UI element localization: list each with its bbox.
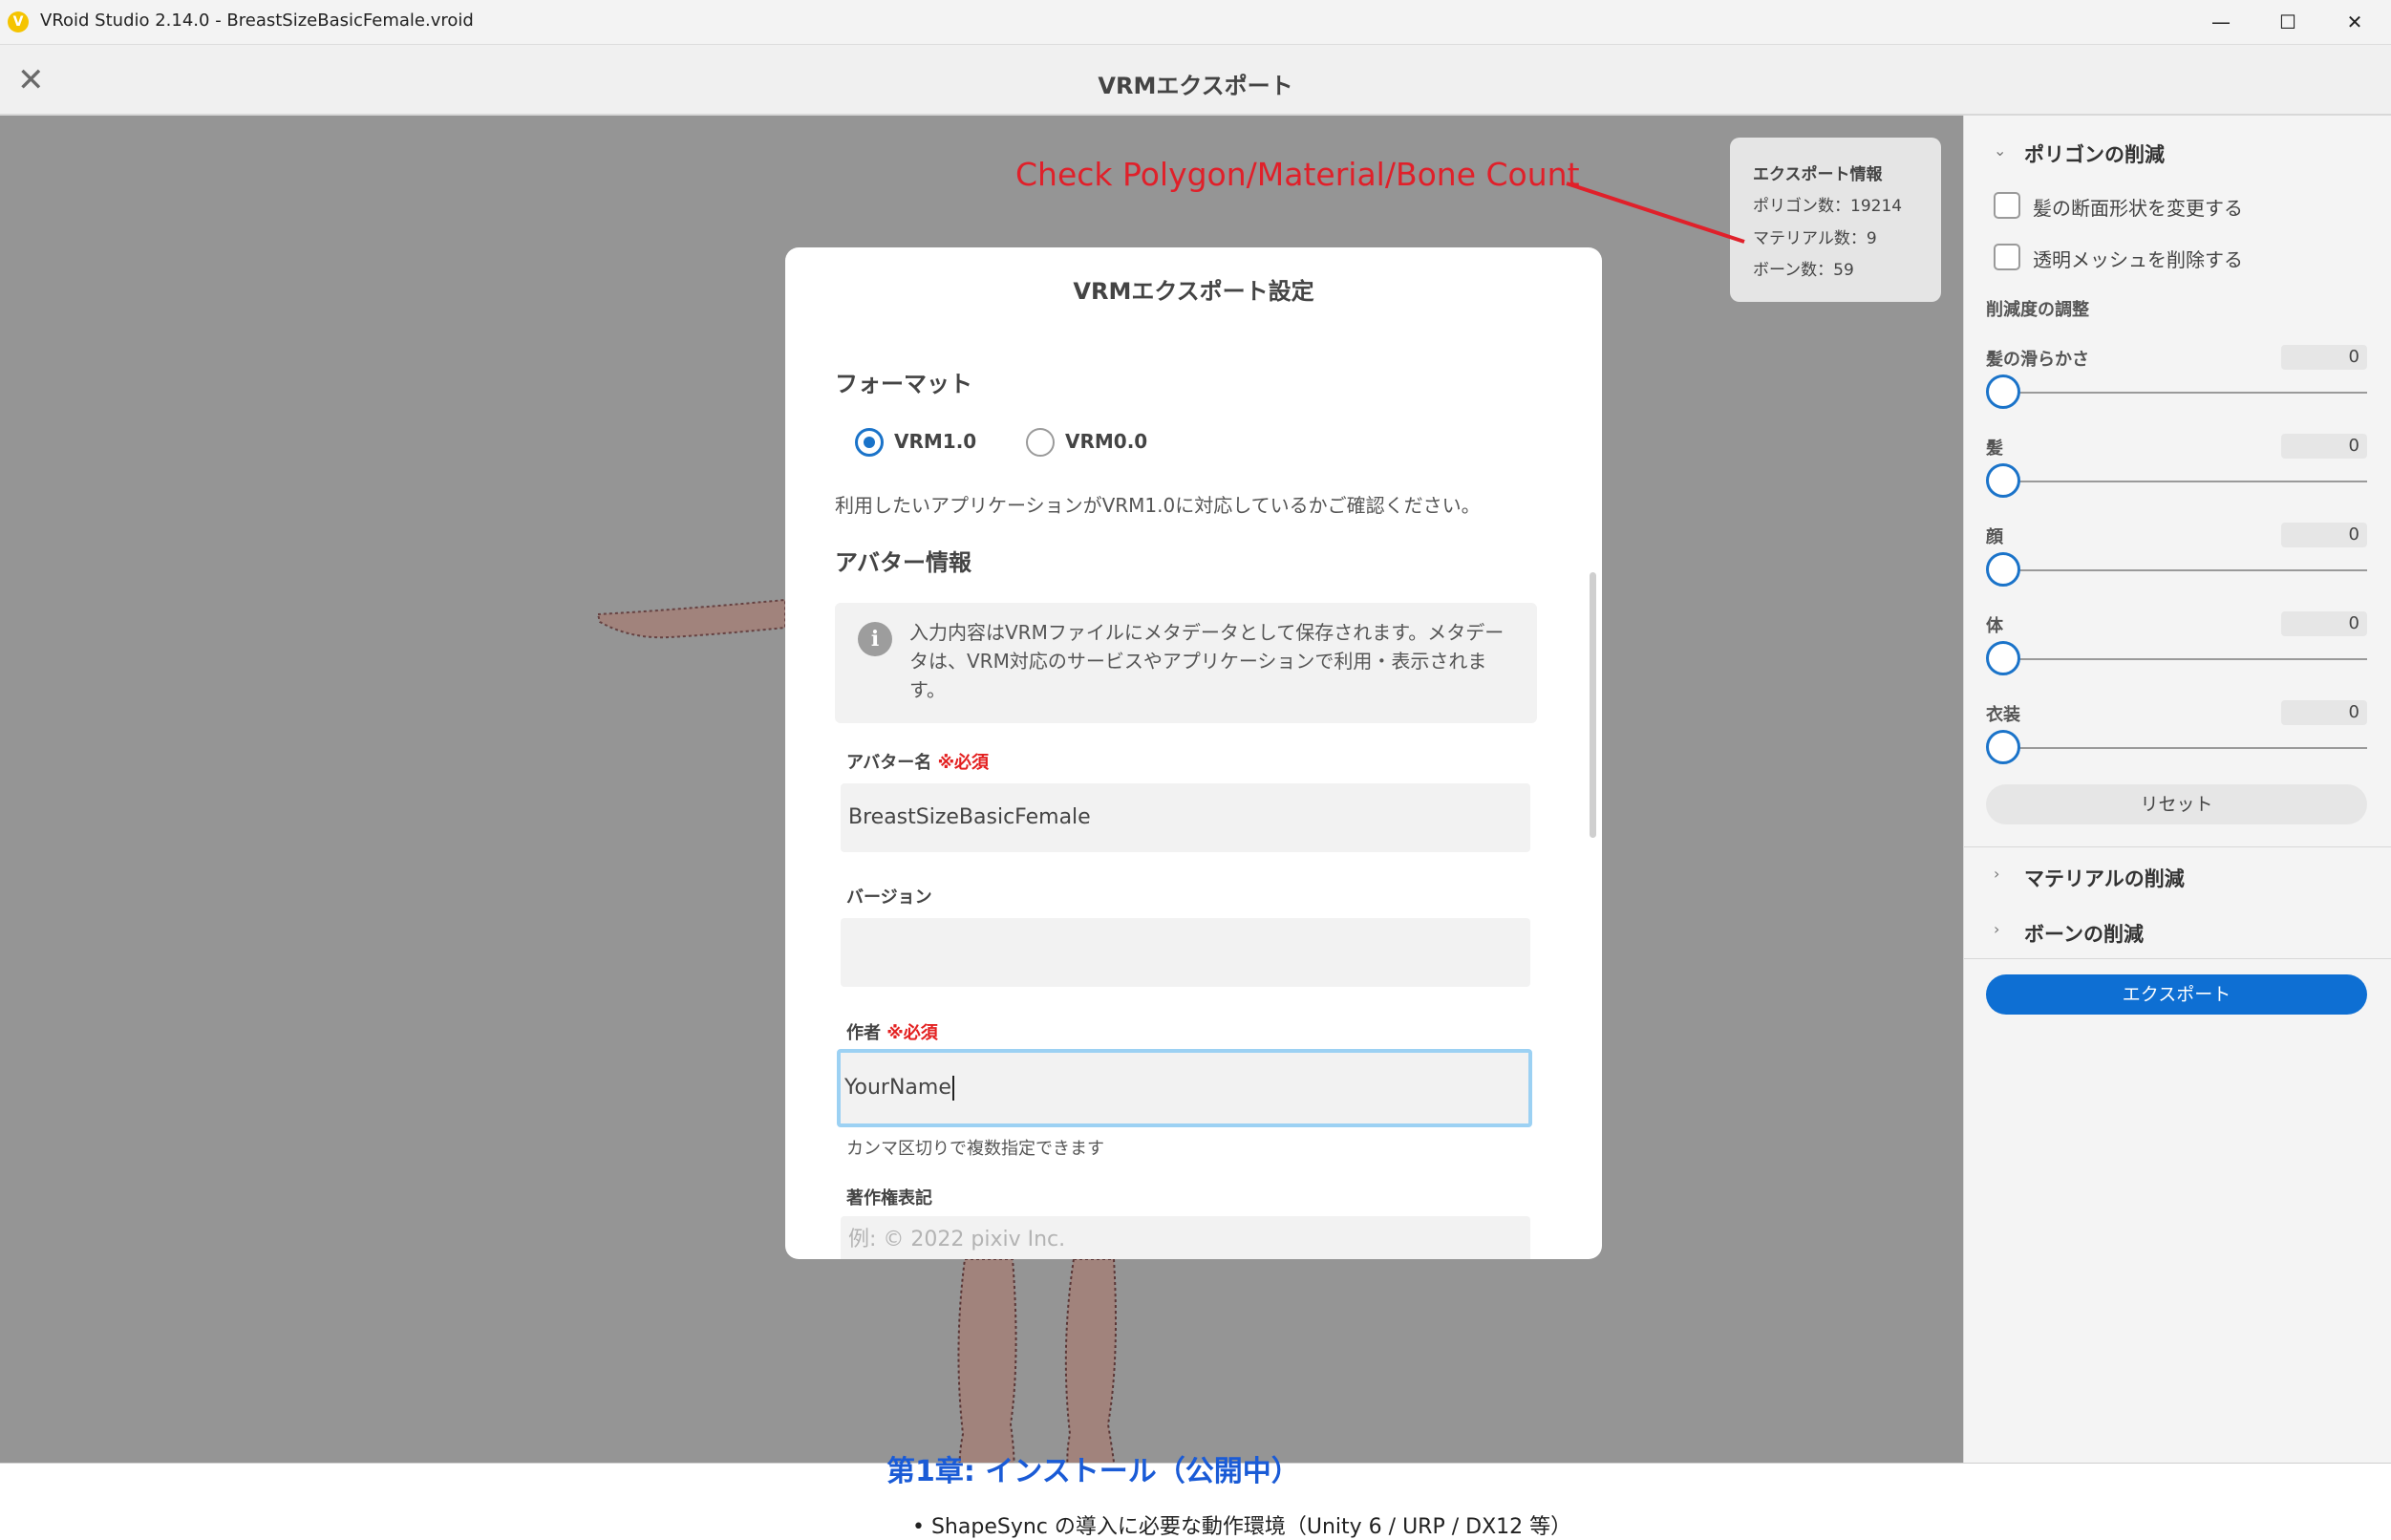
format-note: 利用したいアプリケーションがVRM1.0に対応しているかご確認ください。 <box>835 494 1481 517</box>
slider-value[interactable]: 0 <box>2281 434 2367 459</box>
field-label-text: アバター名 <box>846 753 932 773</box>
chevron-right-icon[interactable]: › <box>1994 920 1999 938</box>
checkbox-label: 透明メッシュを削除する <box>2033 248 2243 271</box>
author-input-value: YourName <box>844 1076 951 1100</box>
metadata-info-box: i 入力内容はVRMファイルにメタデータとして保存されます。メタデータは、VRM… <box>835 603 1537 723</box>
version-label: バージョン <box>846 888 932 908</box>
slider-thumb-hair-smoothness[interactable] <box>1986 374 2020 409</box>
bone-count: ボーン数：59 <box>1753 261 1854 280</box>
text-caret <box>951 1076 954 1101</box>
material-reduction-header[interactable]: マテリアルの削減 <box>2024 864 2185 892</box>
avatar-name-input[interactable]: BreastSizeBasicFemale <box>841 783 1530 852</box>
vroid-logo-icon: V <box>8 11 29 32</box>
minimize-button[interactable]: — <box>2188 0 2254 45</box>
slider-label-face: 顔 <box>1986 527 2003 547</box>
page-title: VRMエクスポート <box>1098 73 1293 99</box>
checkbox-label: 髪の断面形状を変更する <box>2033 197 2243 220</box>
info-icon: i <box>858 622 892 656</box>
slider-thumb-body[interactable] <box>1986 641 2020 675</box>
slider-track[interactable] <box>1999 481 2367 482</box>
checkbox-remove-transparent-mesh[interactable] <box>1994 244 2020 270</box>
polygon-count: ポリゴン数：19214 <box>1753 197 1903 216</box>
slider-track[interactable] <box>1999 658 2367 660</box>
chevron-down-icon[interactable]: ⌄ <box>1994 141 2006 160</box>
slider-label-body: 体 <box>1986 616 2003 636</box>
dialog-title: VRMエクスポート設定 <box>1073 278 1314 305</box>
slider-track[interactable] <box>1999 747 2367 749</box>
field-label-text: 作者 <box>846 1023 881 1043</box>
slider-track[interactable] <box>1999 569 2367 571</box>
slider-thumb-outfit[interactable] <box>1986 730 2020 764</box>
background-doc-heading: 第1章: インストール（公開中） <box>886 1455 1300 1488</box>
dialog-scrollbar[interactable] <box>1590 572 1596 838</box>
export-settings-dialog: VRMエクスポート設定 フォーマット VRM1.0 VRM0.0 利用したいアプ… <box>785 247 1602 1259</box>
radio-vrm0[interactable] <box>1026 428 1055 457</box>
slider-value[interactable]: 0 <box>2281 345 2367 370</box>
author-input[interactable]: YourName <box>837 1049 1532 1127</box>
required-mark: ※必須 <box>937 753 990 773</box>
annotation-label: Check Polygon/Material/Bone Count <box>1015 156 1580 193</box>
export-info-title: エクスポート情報 <box>1753 165 1883 184</box>
maximize-button[interactable]: ☐ <box>2254 0 2321 45</box>
chevron-right-icon[interactable]: › <box>1994 865 1999 883</box>
info-text: 入力内容はVRMファイルにメタデータとして保存されます。メタデータは、VRM対応… <box>909 621 1505 701</box>
annotation-arrow <box>1566 182 1745 244</box>
slider-value[interactable]: 0 <box>2281 611 2367 636</box>
version-input[interactable] <box>841 918 1530 987</box>
divider <box>1963 846 2391 847</box>
slider-value[interactable]: 0 <box>2281 523 2367 547</box>
slider-label-outfit: 衣装 <box>1986 705 2020 725</box>
slider-label-hair: 髪 <box>1986 438 2003 459</box>
slider-value[interactable]: 0 <box>2281 700 2367 725</box>
bone-reduction-header[interactable]: ボーンの削減 <box>2024 919 2144 948</box>
reset-button[interactable]: リセット <box>1986 784 2367 824</box>
radio-vrm1[interactable] <box>855 428 884 457</box>
checkbox-hair-cross-section[interactable] <box>1994 192 2020 219</box>
radio-label-vrm1[interactable]: VRM1.0 <box>894 430 976 453</box>
export-info-card: エクスポート情報 ポリゴン数：19214 マテリアル数：9 ボーン数：59 <box>1730 138 1941 302</box>
export-button[interactable]: エクスポート <box>1986 974 2367 1015</box>
slider-track[interactable] <box>1999 392 2367 394</box>
slider-thumb-face[interactable] <box>1986 552 2020 587</box>
window-title: VRoid Studio 2.14.0 - BreastSizeBasicFem… <box>40 11 474 31</box>
polygon-reduction-header[interactable]: ポリゴンの削減 <box>2024 139 2165 168</box>
required-mark: ※必須 <box>886 1023 938 1043</box>
material-count: マテリアル数：9 <box>1753 229 1877 248</box>
divider <box>1963 958 2391 959</box>
avatar-info-section-title: アバター情報 <box>835 549 972 576</box>
background-doc-bullet: • ShapeSync の導入に必要な動作環境（Unity 6 / URP / … <box>912 1515 1572 1539</box>
avatar-name-label: アバター名 ※必須 <box>846 749 989 774</box>
reduction-adjust-title: 削減度の調整 <box>1986 300 2089 320</box>
radio-label-vrm0[interactable]: VRM0.0 <box>1065 430 1147 453</box>
copyright-label: 著作権表記 <box>846 1188 932 1208</box>
author-label: 作者 ※必須 <box>846 1019 938 1044</box>
window-close-button[interactable]: ✕ <box>2321 0 2388 45</box>
format-section-title: フォーマット <box>835 371 972 397</box>
slider-label-hair-smoothness: 髪の滑らかさ <box>1986 350 2089 370</box>
author-hint: カンマ区切りで複数指定できます <box>846 1139 1104 1159</box>
slider-thumb-hair[interactable] <box>1986 463 2020 498</box>
copyright-input[interactable]: 例: © 2022 pixiv Inc. <box>841 1216 1530 1259</box>
